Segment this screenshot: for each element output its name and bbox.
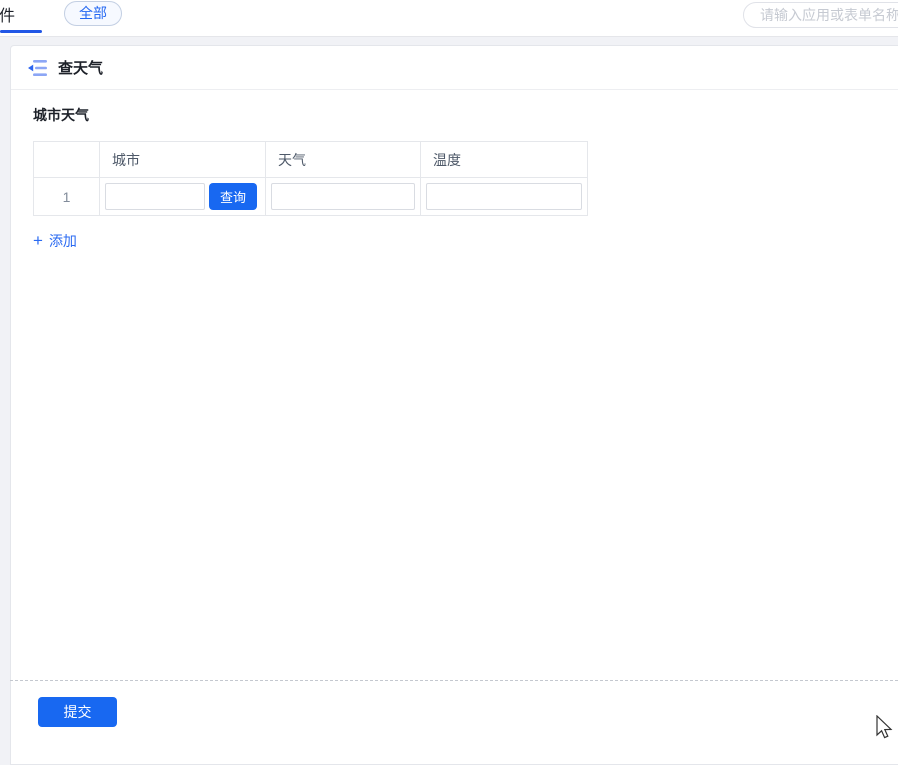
table-header-row: 城市 天气 温度 xyxy=(34,142,588,178)
subform-label: 城市天气 xyxy=(33,105,898,125)
footer-divider xyxy=(10,680,898,681)
plus-icon: + xyxy=(33,234,43,248)
collapse-back-icon[interactable] xyxy=(28,60,47,76)
page-title: 查天气 xyxy=(58,57,103,78)
active-tab-indicator xyxy=(0,30,42,33)
city-cell: 查询 xyxy=(100,178,266,216)
temperature-input[interactable] xyxy=(426,183,582,210)
panel-header: 查天气 xyxy=(11,46,898,90)
weather-cell xyxy=(266,178,421,216)
column-header-weather: 天气 xyxy=(266,142,421,178)
query-button[interactable]: 查询 xyxy=(209,183,257,210)
temperature-cell xyxy=(421,178,588,216)
city-weather-table: 城市 天气 温度 1 查询 xyxy=(33,141,588,216)
weather-input[interactable] xyxy=(271,183,415,210)
weather-form-panel: 查天气 城市天气 城市 天气 温度 1 xyxy=(10,45,898,765)
city-input[interactable] xyxy=(105,183,205,210)
filter-all-pill[interactable]: 全部 xyxy=(64,1,122,26)
tab-events[interactable]: 事件 xyxy=(0,2,15,26)
add-row-button[interactable]: + 添加 xyxy=(33,231,77,251)
form-body: 城市天气 城市 天气 温度 1 查询 xyxy=(11,90,898,251)
app-root: { "tab_bar": { "tab_label": "事件", "filte… xyxy=(0,0,898,733)
search-input[interactable] xyxy=(743,2,898,28)
row-index: 1 xyxy=(34,178,100,216)
column-header-temperature: 温度 xyxy=(421,142,588,178)
column-header-city: 城市 xyxy=(100,142,266,178)
column-header-index xyxy=(34,142,100,178)
tab-bar: 事件 全部 xyxy=(0,0,898,37)
submit-button[interactable]: 提交 xyxy=(38,697,117,727)
add-row-label: 添加 xyxy=(49,231,77,251)
table-row: 1 查询 xyxy=(34,178,588,216)
